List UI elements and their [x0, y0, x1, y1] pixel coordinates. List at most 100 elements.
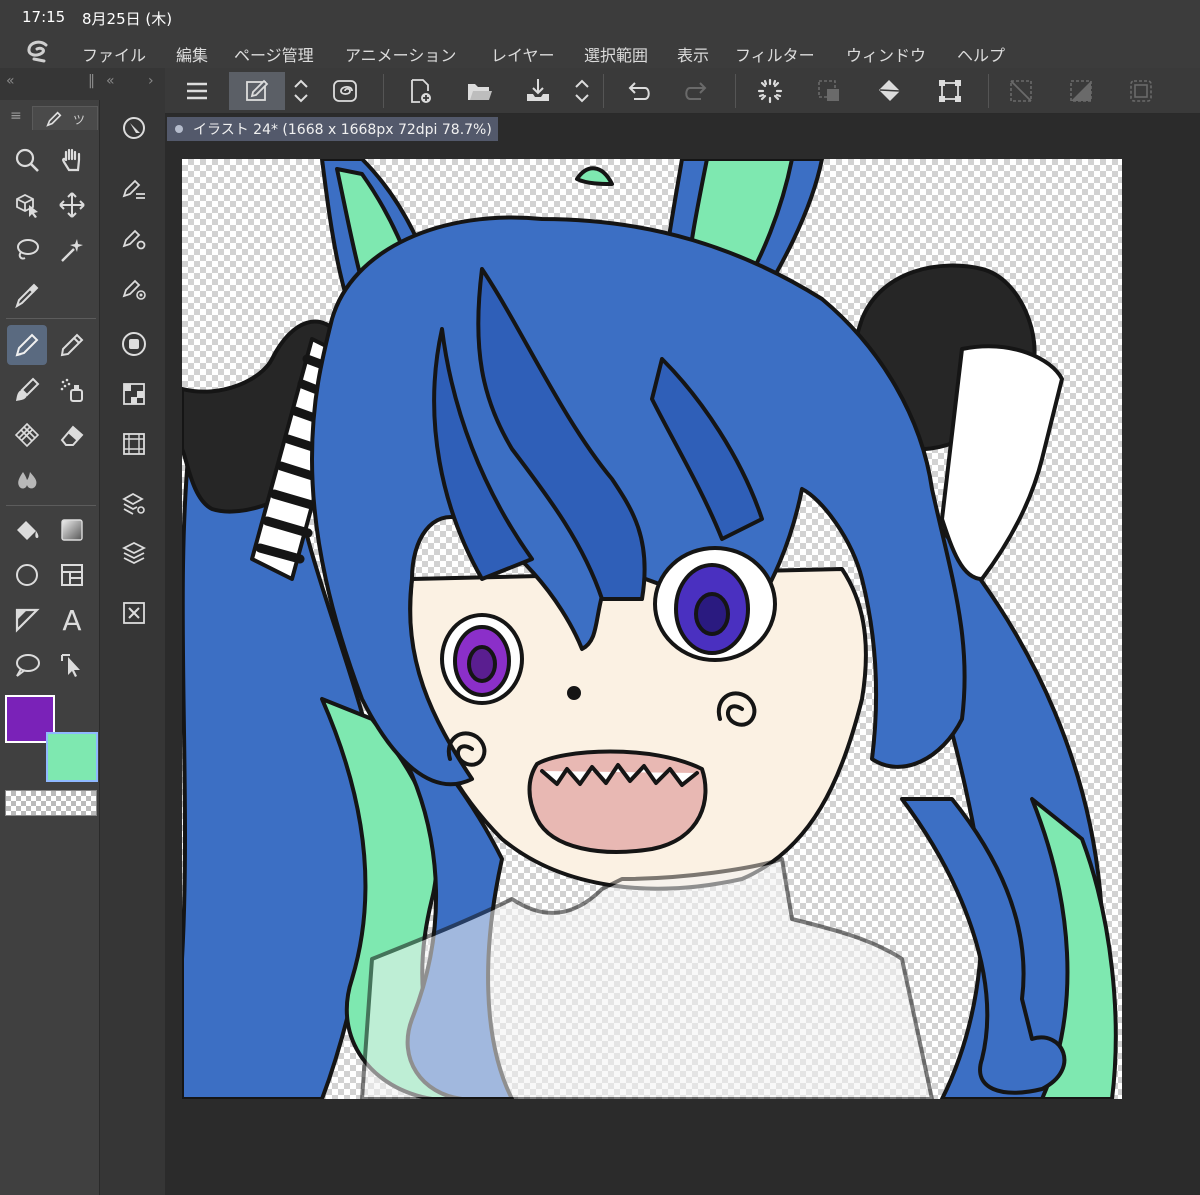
save-button[interactable]: [514, 72, 562, 110]
layer-button[interactable]: [116, 535, 152, 571]
ruler-icon: [15, 608, 40, 633]
clear-outside-selection-button[interactable]: [805, 72, 853, 110]
blend-tool-button[interactable]: [7, 460, 47, 500]
correct-line-icon: [61, 654, 80, 677]
eyedropper-tool-button[interactable]: [7, 275, 47, 315]
frame-tool-button[interactable]: [52, 555, 92, 595]
transform-button[interactable]: [926, 72, 974, 110]
pen-list-icon: [122, 179, 145, 199]
timeline-button[interactable]: [116, 426, 152, 462]
gradient-tool-button[interactable]: [52, 510, 92, 550]
tool-property-button[interactable]: [116, 220, 152, 256]
menu-selection[interactable]: 選択範囲: [584, 42, 648, 66]
brush-size-button[interactable]: [116, 270, 152, 306]
menu-page-management[interactable]: ページ管理: [234, 42, 314, 66]
sub-tool-button[interactable]: [116, 170, 152, 206]
save-tray-icon: [527, 79, 549, 101]
balloon-tool-button[interactable]: [7, 645, 47, 685]
save-options-toggle[interactable]: [566, 72, 598, 110]
menu-edit[interactable]: 編集: [176, 42, 208, 66]
new-canvas-button[interactable]: [396, 72, 444, 110]
expand-right-icon[interactable]: ›: [148, 73, 154, 89]
magnifier-icon: [15, 148, 39, 172]
color-circle-button[interactable]: [116, 326, 152, 362]
collapse-left-icon-2[interactable]: «: [106, 73, 115, 89]
pen-tool-button[interactable]: [7, 325, 47, 365]
invert-selection-icon: [1070, 80, 1092, 102]
undo-button[interactable]: [614, 72, 662, 110]
brush-tool-button[interactable]: [7, 370, 47, 410]
circle-icon: [16, 564, 38, 586]
navigator-button[interactable]: [116, 110, 152, 146]
correct-line-tool-button[interactable]: [52, 645, 92, 685]
hand-icon: [62, 148, 81, 172]
decoration-tool-button[interactable]: [7, 415, 47, 455]
eraser-tool-button[interactable]: [52, 415, 92, 455]
clear-button[interactable]: [746, 72, 794, 110]
lasso-tool-button[interactable]: [7, 230, 47, 270]
tool-tab-label: ツ: [73, 113, 86, 127]
document-tab[interactable]: イラスト 24* (1668 x 1668px 72dpi 78.7%): [167, 117, 498, 141]
zoom-tool-button[interactable]: [7, 140, 47, 180]
menu-help[interactable]: ヘルプ: [957, 42, 1005, 66]
magic-wand-icon: [61, 239, 83, 262]
move-tool-button[interactable]: [52, 185, 92, 225]
tab-tool[interactable]: ツ: [32, 106, 98, 130]
menu-filter[interactable]: フィルター: [735, 42, 815, 66]
hand-tool-button[interactable]: [52, 140, 92, 180]
open-file-button[interactable]: [455, 72, 503, 110]
selection-launcher-button[interactable]: [1117, 72, 1165, 110]
document-tab-title: イラスト 24* (1668 x 1668px 72dpi 78.7%): [193, 122, 492, 138]
quick-access-toggle[interactable]: [285, 72, 317, 110]
lasso-icon: [17, 239, 39, 260]
magic-wand-tool-button[interactable]: [52, 230, 92, 270]
side-command-bar: [101, 100, 165, 1195]
quick-access-button[interactable]: [229, 72, 285, 110]
airbrush-tool-button[interactable]: [52, 370, 92, 410]
smart-smoothing-button[interactable]: [321, 72, 369, 110]
pencil-tool-button[interactable]: [52, 325, 92, 365]
panel-grip-icon[interactable]: ‖: [88, 73, 95, 89]
material-button[interactable]: [116, 595, 152, 631]
menu-window[interactable]: ウィンドウ: [846, 42, 926, 66]
burst-icon: [757, 78, 783, 104]
drawing-canvas[interactable]: [182, 159, 1122, 1099]
fill-tool-button[interactable]: [7, 510, 47, 550]
color-set-button[interactable]: [116, 376, 152, 412]
tool-separator: [6, 318, 96, 319]
command-separator: [735, 74, 736, 108]
pen-tab-icon: [46, 111, 62, 127]
text-icon: A: [62, 603, 82, 637]
invert-selection-button[interactable]: [1057, 72, 1105, 110]
hamburger-icon: [187, 82, 207, 100]
menu-animation[interactable]: アニメーション: [345, 42, 456, 66]
object-tool-button[interactable]: [7, 185, 47, 225]
selection-box-icon: [1130, 80, 1152, 102]
sub-color-swatch[interactable]: [46, 732, 98, 782]
fill-command-button[interactable]: [866, 72, 914, 110]
collapse-left-icon[interactable]: «: [6, 73, 15, 89]
pencil-icon: [60, 333, 84, 357]
command-separator: [988, 74, 989, 108]
layers-icon: [121, 541, 147, 565]
deselect-button[interactable]: [997, 72, 1045, 110]
status-bar: 17:15 8月25日 (木): [0, 0, 1200, 36]
color-set-icon: [123, 383, 145, 405]
transparent-color-swatch[interactable]: [5, 790, 97, 816]
text-tool-button[interactable]: A: [52, 600, 92, 640]
panel-menu-icon[interactable]: ≡: [10, 108, 22, 124]
ruler-tool-button[interactable]: [7, 600, 47, 640]
menu-view[interactable]: 表示: [677, 42, 709, 66]
layer-property-button[interactable]: [116, 486, 152, 522]
app-logo-icon[interactable]: [24, 39, 54, 65]
menu-layer[interactable]: レイヤー: [491, 42, 555, 66]
figure-tool-button[interactable]: [7, 555, 47, 595]
command-menu-button[interactable]: [173, 72, 221, 110]
transform-icon: [939, 80, 961, 102]
airbrush-icon: [60, 378, 83, 402]
menu-file[interactable]: ファイル: [82, 42, 146, 66]
bucket-icon: [17, 521, 39, 540]
folder-icon: [468, 84, 492, 100]
gradient-icon: [61, 519, 83, 541]
redo-button[interactable]: [673, 72, 721, 110]
